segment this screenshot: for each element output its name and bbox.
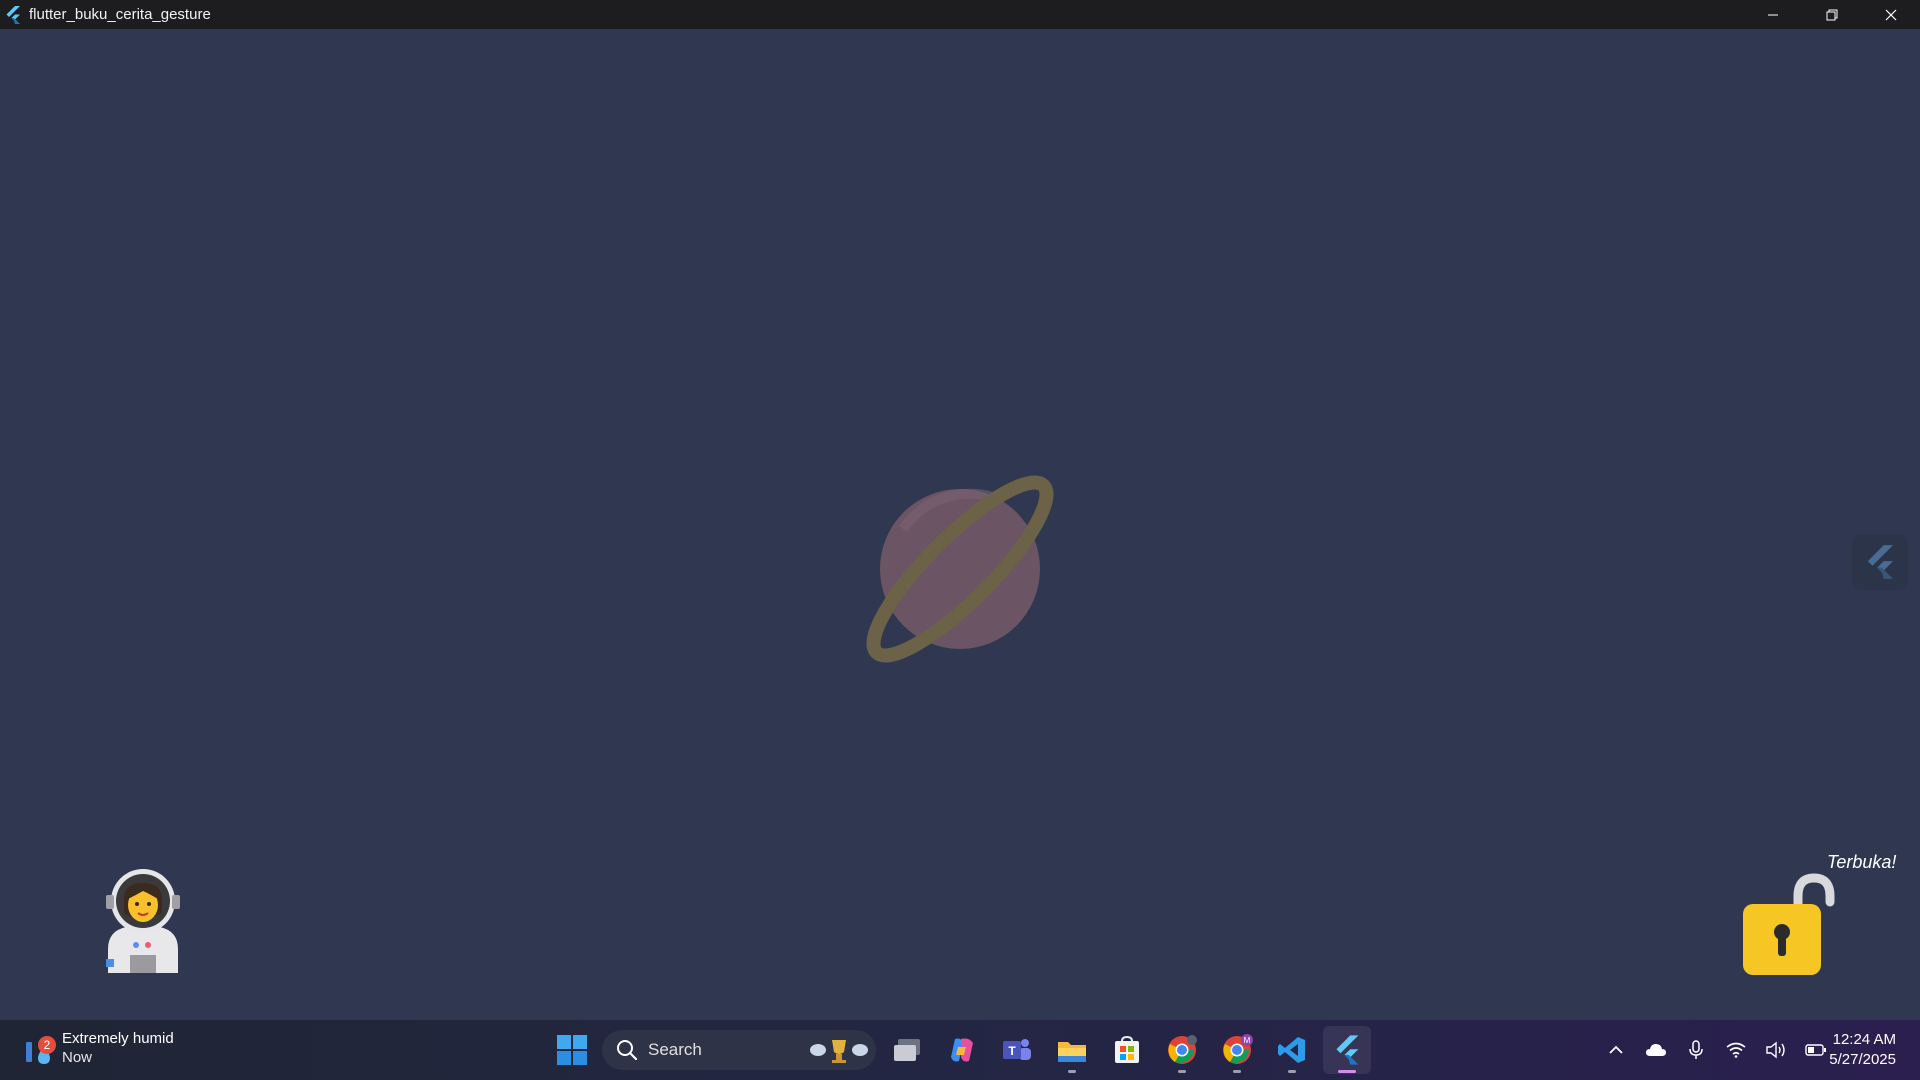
chrome-icon: M [1223,1034,1253,1064]
minimize-button[interactable] [1743,0,1802,29]
tray-network[interactable] [1716,1030,1756,1070]
astronaut-icon[interactable] [102,869,184,973]
weather-subtitle: Now [62,1049,93,1066]
restore-icon [1826,9,1837,20]
profile-badge-text: M [1244,1036,1251,1045]
tray-onedrive[interactable] [1636,1030,1676,1070]
lock-status-label: Terbuka! [1827,852,1897,872]
taskbar-app-vscode[interactable] [1268,1026,1316,1074]
teams-icon: T [1003,1039,1031,1060]
wifi-icon [1726,1042,1746,1058]
unlocked-padlock-icon[interactable] [1740,872,1840,975]
active-indicator [1338,1070,1356,1073]
taskbar-app-chrome[interactable] [1158,1026,1206,1074]
tray-volume[interactable] [1756,1030,1796,1070]
task-view-icon [894,1039,920,1061]
taskbar-app-teams[interactable]: T [993,1026,1041,1074]
system-tray [1596,1026,1836,1074]
vscode-icon [1278,1037,1305,1063]
running-indicator [1233,1070,1241,1073]
notification-badge: 2 [38,1036,56,1054]
tray-microphone[interactable] [1676,1030,1716,1070]
side-drawer-tab[interactable] [1852,534,1908,590]
humidity-icon: 2 [22,1028,56,1068]
weather-title: Extremely humid [62,1030,174,1047]
clock-time: 12:24 AM [1832,1031,1896,1048]
svg-text:T: T [1008,1044,1016,1058]
minimize-icon [1767,14,1778,15]
running-indicator [1178,1070,1186,1073]
taskbar: 2 Extremely humid Now Search T M 12:24 A… [0,1020,1920,1080]
chevron-up-icon [1609,1045,1623,1054]
chrome-icon [1168,1035,1197,1064]
running-indicator [1288,1070,1296,1073]
taskbar-app-chrome-profile[interactable]: M [1213,1026,1261,1074]
restore-button[interactable] [1802,0,1861,29]
windows-logo-icon [557,1035,587,1065]
flutter-logo-icon [1867,545,1894,579]
search-icon [617,1040,638,1061]
close-button[interactable] [1861,0,1920,29]
microphone-icon [1689,1040,1703,1059]
taskbar-app-copilot[interactable] [938,1026,986,1074]
taskbar-clock[interactable]: 12:24 AM 5/27/2025 [1818,1030,1896,1070]
running-indicator [1068,1070,1076,1073]
folder-icon [1058,1042,1086,1062]
weather-widget[interactable]: 2 Extremely humid Now [22,1028,174,1068]
search-highlight-trophy-icon [810,1040,868,1063]
app-canvas[interactable]: Terbuka! [0,29,1920,1020]
taskbar-search-box[interactable]: Search [602,1030,876,1070]
start-button[interactable] [548,1026,596,1074]
taskbar-app-flutter[interactable] [1323,1026,1371,1074]
clock-date: 5/27/2025 [1829,1051,1896,1068]
window-title-bar: flutter_buku_cerita_gesture [0,0,1920,29]
taskbar-app-task-view[interactable] [883,1026,931,1074]
window-title: flutter_buku_cerita_gesture [29,6,211,23]
search-placeholder: Search [648,1040,702,1059]
ringed-planet-icon[interactable] [848,459,1073,684]
taskbar-app-store[interactable] [1103,1026,1151,1074]
close-icon [1885,9,1896,20]
tray-overflow-button[interactable] [1596,1030,1636,1070]
volume-icon [1766,1041,1785,1059]
copilot-icon [951,1038,973,1062]
flutter-logo-icon [6,5,20,24]
store-icon [1115,1035,1139,1063]
taskbar-app-file-explorer[interactable] [1048,1026,1096,1074]
flutter-icon [1336,1035,1359,1065]
onedrive-icon [1646,1044,1666,1056]
